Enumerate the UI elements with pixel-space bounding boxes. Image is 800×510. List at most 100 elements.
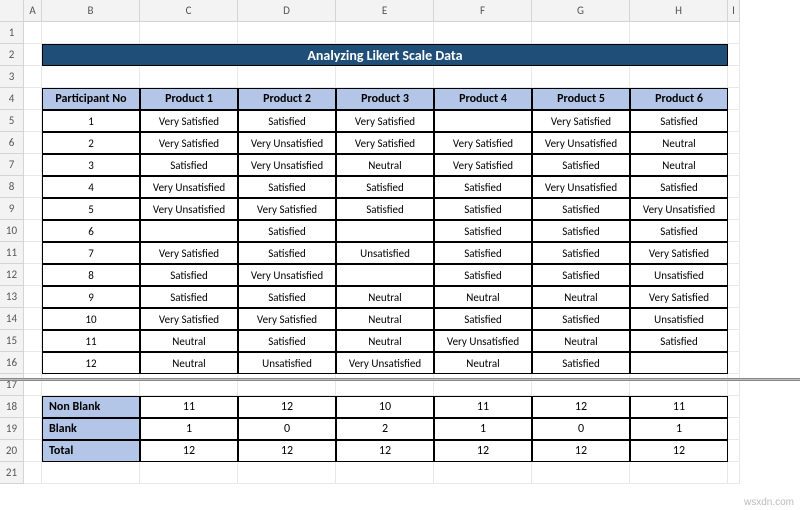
cell[interactable] [24,22,42,44]
cell[interactable] [24,396,42,418]
summary-cell[interactable]: 12 [532,396,630,418]
table-cell[interactable] [434,110,532,132]
table-cell[interactable]: Neutral [630,154,728,176]
cell[interactable] [24,220,42,242]
summary-cell[interactable]: 11 [434,396,532,418]
summary-cell[interactable]: 2 [336,418,434,440]
row-header-2[interactable]: 2 [0,44,24,66]
row-header-3[interactable]: 3 [0,66,24,88]
table-cell[interactable]: Very Satisfied [434,154,532,176]
table-cell[interactable]: 9 [42,286,140,308]
cell[interactable] [728,22,740,44]
cell[interactable] [42,462,140,484]
cell[interactable] [728,286,740,308]
cell[interactable] [434,22,532,44]
table-cell[interactable]: 4 [42,176,140,198]
table-cell[interactable]: Very Satisfied [434,132,532,154]
cell[interactable] [728,220,740,242]
cell[interactable] [24,418,42,440]
cell[interactable] [42,66,140,88]
table-cell[interactable]: Very Satisfied [140,308,238,330]
row-header[interactable]: 19 [0,418,24,440]
col-header-A[interactable]: A [24,0,42,22]
table-cell[interactable]: Satisfied [532,220,630,242]
table-header[interactable]: Product 5 [532,88,630,110]
row-header[interactable]: 16 [0,352,24,374]
cell[interactable] [24,66,42,88]
summary-cell[interactable]: 12 [336,440,434,462]
table-cell[interactable]: Very Satisfied [140,132,238,154]
cell[interactable] [24,132,42,154]
cell[interactable] [24,440,42,462]
row-header[interactable]: 12 [0,264,24,286]
cell[interactable] [24,44,42,66]
row-header[interactable]: 9 [0,198,24,220]
table-cell[interactable]: Very Satisfied [336,132,434,154]
summary-label-blank[interactable]: Blank [42,418,140,440]
row-header-4[interactable]: 4 [0,88,24,110]
summary-cell[interactable]: 0 [532,418,630,440]
cell[interactable] [532,22,630,44]
cell[interactable] [140,462,238,484]
cell[interactable] [728,154,740,176]
cell[interactable] [140,66,238,88]
cell[interactable] [728,110,740,132]
table-cell[interactable]: Very Unsatisfied [336,352,434,374]
freeze-pane-split[interactable] [0,378,800,381]
summary-cell[interactable]: 12 [238,396,336,418]
table-cell[interactable]: Very Satisfied [630,286,728,308]
summary-cell[interactable]: 0 [238,418,336,440]
table-cell[interactable]: Neutral [336,286,434,308]
cell[interactable] [24,176,42,198]
cell[interactable] [24,286,42,308]
cell[interactable] [24,308,42,330]
cell[interactable] [532,66,630,88]
table-cell[interactable]: Satisfied [630,220,728,242]
table-cell[interactable]: 11 [42,330,140,352]
table-cell[interactable]: Very Unsatisfied [434,330,532,352]
table-cell[interactable]: Neutral [336,330,434,352]
cell[interactable] [42,22,140,44]
summary-cell[interactable]: 10 [336,396,434,418]
summary-cell[interactable]: 12 [630,440,728,462]
cell[interactable] [728,330,740,352]
cell[interactable] [434,66,532,88]
table-cell[interactable]: Very Unsatisfied [140,176,238,198]
table-cell[interactable]: 2 [42,132,140,154]
summary-cell[interactable]: 12 [238,440,336,462]
row-header[interactable]: 14 [0,308,24,330]
table-cell[interactable]: Very Satisfied [238,198,336,220]
cell[interactable] [728,440,740,462]
cell[interactable] [728,264,740,286]
table-cell[interactable]: Very Satisfied [140,110,238,132]
table-cell[interactable]: Neutral [140,330,238,352]
table-cell[interactable]: Satisfied [238,242,336,264]
summary-label-nonblank[interactable]: Non Blank [42,396,140,418]
col-header-C[interactable]: C [140,0,238,22]
cell[interactable] [24,110,42,132]
cell[interactable] [728,418,740,440]
table-header[interactable]: Product 2 [238,88,336,110]
table-cell[interactable]: Very Unsatisfied [140,198,238,220]
row-header[interactable]: 18 [0,396,24,418]
table-cell[interactable] [336,264,434,286]
table-cell[interactable]: 3 [42,154,140,176]
title-cell[interactable]: Analyzing Likert Scale Data [42,44,728,66]
table-cell[interactable]: Satisfied [238,286,336,308]
summary-cell[interactable]: 1 [140,418,238,440]
cell[interactable] [728,308,740,330]
table-cell[interactable]: Very Satisfied [630,242,728,264]
table-cell[interactable]: 5 [42,198,140,220]
cell[interactable] [630,22,728,44]
row-header[interactable]: 20 [0,440,24,462]
select-all-corner[interactable] [0,0,24,22]
summary-cell[interactable]: 12 [532,440,630,462]
table-cell[interactable]: Satisfied [434,264,532,286]
col-header-H[interactable]: H [630,0,728,22]
table-cell[interactable]: 10 [42,308,140,330]
summary-cell[interactable]: 11 [630,396,728,418]
table-cell[interactable]: Very Unsatisfied [630,198,728,220]
table-cell[interactable]: Very Satisfied [140,242,238,264]
row-header[interactable]: 6 [0,132,24,154]
cell[interactable] [630,66,728,88]
